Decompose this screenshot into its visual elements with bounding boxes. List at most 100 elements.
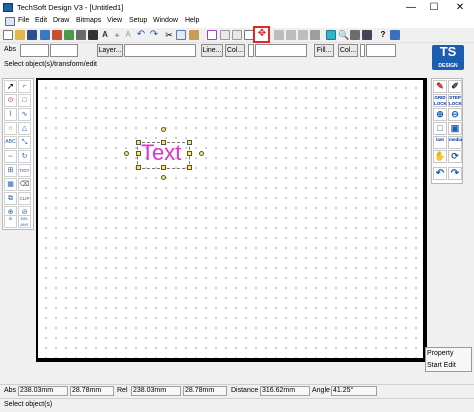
zoom-in-icon[interactable]: ⊕ <box>433 108 447 121</box>
resize-handle-b[interactable] <box>161 165 166 170</box>
view-undo-icon[interactable]: ↶ <box>433 167 447 180</box>
menu-bitmaps[interactable]: Bitmaps <box>76 17 101 24</box>
menu-edit[interactable]: Edit <box>35 17 47 24</box>
scanner-icon[interactable] <box>76 30 86 40</box>
minimize-button[interactable]: — <box>399 0 423 16</box>
rotate-handle-right[interactable] <box>199 151 204 156</box>
rotate-handle-top[interactable] <box>161 127 166 132</box>
measure-icon[interactable] <box>350 30 360 40</box>
grid-lock-button[interactable]: GRID LOCK <box>433 94 447 107</box>
settings-icon[interactable] <box>390 30 400 40</box>
printer-icon[interactable] <box>88 30 98 40</box>
line-width-field[interactable] <box>255 44 307 57</box>
rectangle-tool-icon[interactable]: □ <box>18 94 31 107</box>
fill-color-button[interactable]: Col... <box>338 44 358 57</box>
line-color-swatch[interactable] <box>248 44 254 57</box>
help-pointer-icon[interactable]: ? <box>378 30 388 40</box>
start-edit-button[interactable]: Start Edit <box>427 362 456 369</box>
layer-button[interactable]: Layer... <box>97 44 123 57</box>
save-icon[interactable] <box>27 30 37 40</box>
menu-help[interactable]: Help <box>185 17 199 24</box>
fill-button[interactable]: Fill... <box>314 44 334 57</box>
resize-handle-t[interactable] <box>161 140 166 145</box>
resize-handle-bl[interactable] <box>136 165 141 170</box>
output-icon[interactable] <box>362 30 372 40</box>
dimension-tool-icon[interactable]: ⤡ <box>18 136 31 149</box>
align-center-icon[interactable] <box>286 30 296 40</box>
resize-handle-tr[interactable] <box>187 140 192 145</box>
line-color-button[interactable]: Col... <box>225 44 245 57</box>
triangle-tool-icon[interactable]: △ <box>18 122 31 135</box>
distribute-icon[interactable] <box>310 30 320 40</box>
export-icon[interactable] <box>40 30 50 40</box>
clip-tool[interactable]: CLIP <box>18 192 31 205</box>
media-button[interactable]: media <box>448 136 462 149</box>
menu-window[interactable]: Window <box>153 17 178 24</box>
delete-any-tool[interactable]: DEL ANY <box>18 215 31 228</box>
eraser-tool-icon[interactable]: ⌫ <box>18 178 31 191</box>
pointer-tool-icon[interactable]: ➚ <box>4 80 17 93</box>
resize-handle-br[interactable] <box>187 165 192 170</box>
close-button[interactable]: ✕ <box>448 0 472 16</box>
text-abc-tool[interactable]: ABC <box>4 136 17 149</box>
line-button[interactable]: Line... <box>201 44 223 57</box>
polyline-tool-icon[interactable]: ⌇ <box>4 108 17 121</box>
pen-tool-icon[interactable]: ✎ <box>433 80 447 93</box>
open-folder-icon[interactable] <box>15 30 25 40</box>
document-icon[interactable] <box>5 17 15 26</box>
resize-handle-tl[interactable] <box>136 140 141 145</box>
step-lock-button[interactable]: STEP LOCK <box>448 94 462 107</box>
cut-icon[interactable]: ✂ <box>164 30 174 40</box>
wand-icon[interactable]: ⚹ <box>112 30 122 40</box>
align-left-icon[interactable] <box>274 30 284 40</box>
view-redo-icon[interactable]: ↷ <box>448 167 462 180</box>
node-edit-icon[interactable]: ⌐ <box>18 80 31 93</box>
fill-color-swatch[interactable] <box>360 44 365 57</box>
drawing-canvas[interactable] <box>38 80 423 358</box>
pan-icon[interactable]: ✋ <box>433 150 447 163</box>
arc-tool-icon[interactable]: ∩ <box>4 122 17 135</box>
tidy-tool[interactable]: TIDY <box>18 164 31 177</box>
layer-select[interactable] <box>124 44 196 57</box>
redo-icon[interactable]: ↷ <box>149 30 159 40</box>
rotate-handle-left[interactable] <box>124 151 129 156</box>
copy-icon[interactable] <box>176 30 186 40</box>
copy-tool-icon[interactable]: ⧉ <box>4 192 17 205</box>
rotate-handle-bottom[interactable] <box>161 175 166 180</box>
zoom-fit-icon[interactable]: ▣ <box>448 122 462 135</box>
menu-view[interactable]: View <box>107 17 122 24</box>
resize-handle-l[interactable] <box>136 151 141 156</box>
undo-icon[interactable]: ↶ <box>136 30 146 40</box>
property-button[interactable]: Property <box>427 350 453 357</box>
menu-file[interactable]: File <box>18 17 29 24</box>
menu-draw[interactable]: Draw <box>53 17 69 24</box>
group-in-tool[interactable]: in <box>4 215 17 228</box>
align-right-icon[interactable] <box>298 30 308 40</box>
circle-tool-icon[interactable]: ⊙ <box>4 94 17 107</box>
bitmap-icon[interactable] <box>64 30 74 40</box>
zoom-box-icon[interactable]: □ <box>433 122 447 135</box>
group-icon[interactable] <box>220 30 230 40</box>
new-file-icon[interactable] <box>3 30 13 40</box>
abs-y-field[interactable] <box>50 44 78 57</box>
text-fit-icon[interactable]: A <box>123 30 133 40</box>
scale-tool-icon[interactable]: ⊞ <box>4 164 17 177</box>
grid-tool-icon[interactable]: ▦ <box>4 178 17 191</box>
last-view-button[interactable]: last <box>433 136 447 149</box>
zoom-out-icon[interactable]: ⊖ <box>448 108 462 121</box>
ungroup-icon[interactable] <box>232 30 242 40</box>
text-tool-icon[interactable]: A <box>100 30 110 40</box>
paste-icon[interactable] <box>189 30 199 40</box>
screen-icon[interactable] <box>326 30 336 40</box>
maximize-button[interactable]: ☐ <box>422 0 446 16</box>
select-frame-icon[interactable] <box>207 30 217 40</box>
zoom-icon[interactable]: 🔍 <box>338 30 349 40</box>
curve-tool-icon[interactable]: ∿ <box>18 108 31 121</box>
menu-setup[interactable]: Setup <box>129 17 147 24</box>
mirror-tool-icon[interactable]: ⇔ <box>4 150 17 163</box>
rotate-tool-icon[interactable]: ↻ <box>18 150 31 163</box>
brush-tool-icon[interactable]: ✐ <box>448 80 462 93</box>
abs-x-field[interactable] <box>20 44 49 57</box>
import-icon[interactable] <box>52 30 62 40</box>
refresh-icon[interactable]: ⟳ <box>448 150 462 163</box>
